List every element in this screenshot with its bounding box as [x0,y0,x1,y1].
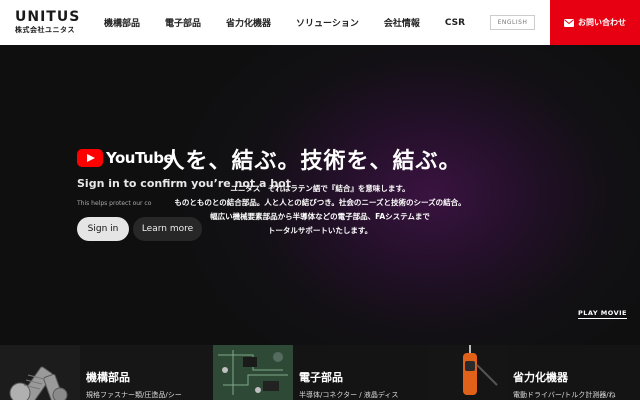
youtube-play-icon [77,149,103,167]
circuit-board-photo-icon [213,345,293,400]
category-strip: 機構部品 規格ファスナー類/圧造品/シー 電子部品 半導体/コネクター / 液晶… [0,345,640,400]
category-labor-saving-equipment[interactable]: 省力化機器 電動ドライバー/トルク計測器/ね [427,345,640,400]
bolts-photo-icon [0,345,80,400]
play-movie-link[interactable]: PLAY MOVIE [578,309,627,319]
hero-line: ものとものとの結合部品。人と人との結びつき。社会のニーズと技術のシーズの結合。 [174,198,466,207]
nav-electronic-parts[interactable]: 電子部品 [165,16,201,29]
category-subtitle: 電動ドライバー/トルク計測器/ね [513,391,616,399]
hero-description: ユニタス それはラテン語で『結合』を意味します。 ものとものとの結合部品。人と人… [150,182,490,238]
logo-company-name: 株式会社ユニタス [15,26,75,34]
hero-line: ユニタス それはラテン語で『結合』を意味します。 [230,184,410,193]
category-title: 省力化機器 [513,371,568,384]
category-electronic-parts[interactable]: 電子部品 半導体/コネクター / 液晶ディス [213,345,427,400]
hero-line: トータルサポートいたします。 [267,226,373,235]
hero-headline: 人を、結ぶ。技術を、結ぶ。 [162,149,462,174]
site-header: UNITUS 株式会社ユニタス 機構部品 電子部品 省力化機器 ソリューション … [0,0,640,45]
nav-solutions[interactable]: ソリューション [296,16,359,29]
english-button[interactable]: ENGLISH [490,15,535,30]
category-subtitle: 半導体/コネクター / 液晶ディス [299,391,399,399]
hero-line: 幅広い機械要素部品から半導体などの電子部品、FAシステムまで [210,212,430,221]
electric-screwdriver-photo-icon [427,345,507,400]
contact-button[interactable]: お問い合わせ [550,0,640,45]
category-mechanical-parts[interactable]: 機構部品 規格ファスナー類/圧造品/シー [0,345,213,400]
category-subtitle: 規格ファスナー類/圧造品/シー [86,391,182,399]
hero-video[interactable]: YouTube Sign in to confirm you’re not a … [0,45,640,345]
category-title: 機構部品 [86,371,130,384]
nav-labor-saving-equipment[interactable]: 省力化機器 [226,16,271,29]
youtube-help-text: This helps protect our co [77,200,152,207]
mail-icon [564,18,574,27]
nav-mechanical-parts[interactable]: 機構部品 [104,16,140,29]
main-nav: 機構部品 電子部品 省力化機器 ソリューション 会社情報 CSR [92,0,465,45]
category-title: 電子部品 [299,371,343,384]
nav-csr[interactable]: CSR [445,18,465,28]
nav-company-info[interactable]: 会社情報 [384,16,420,29]
company-logo[interactable]: UNITUS 株式会社ユニタス [15,9,81,35]
logo-wordmark: UNITUS [15,9,81,25]
youtube-signin-button[interactable]: Sign in [77,217,129,241]
contact-label: お問い合わせ [578,18,626,27]
